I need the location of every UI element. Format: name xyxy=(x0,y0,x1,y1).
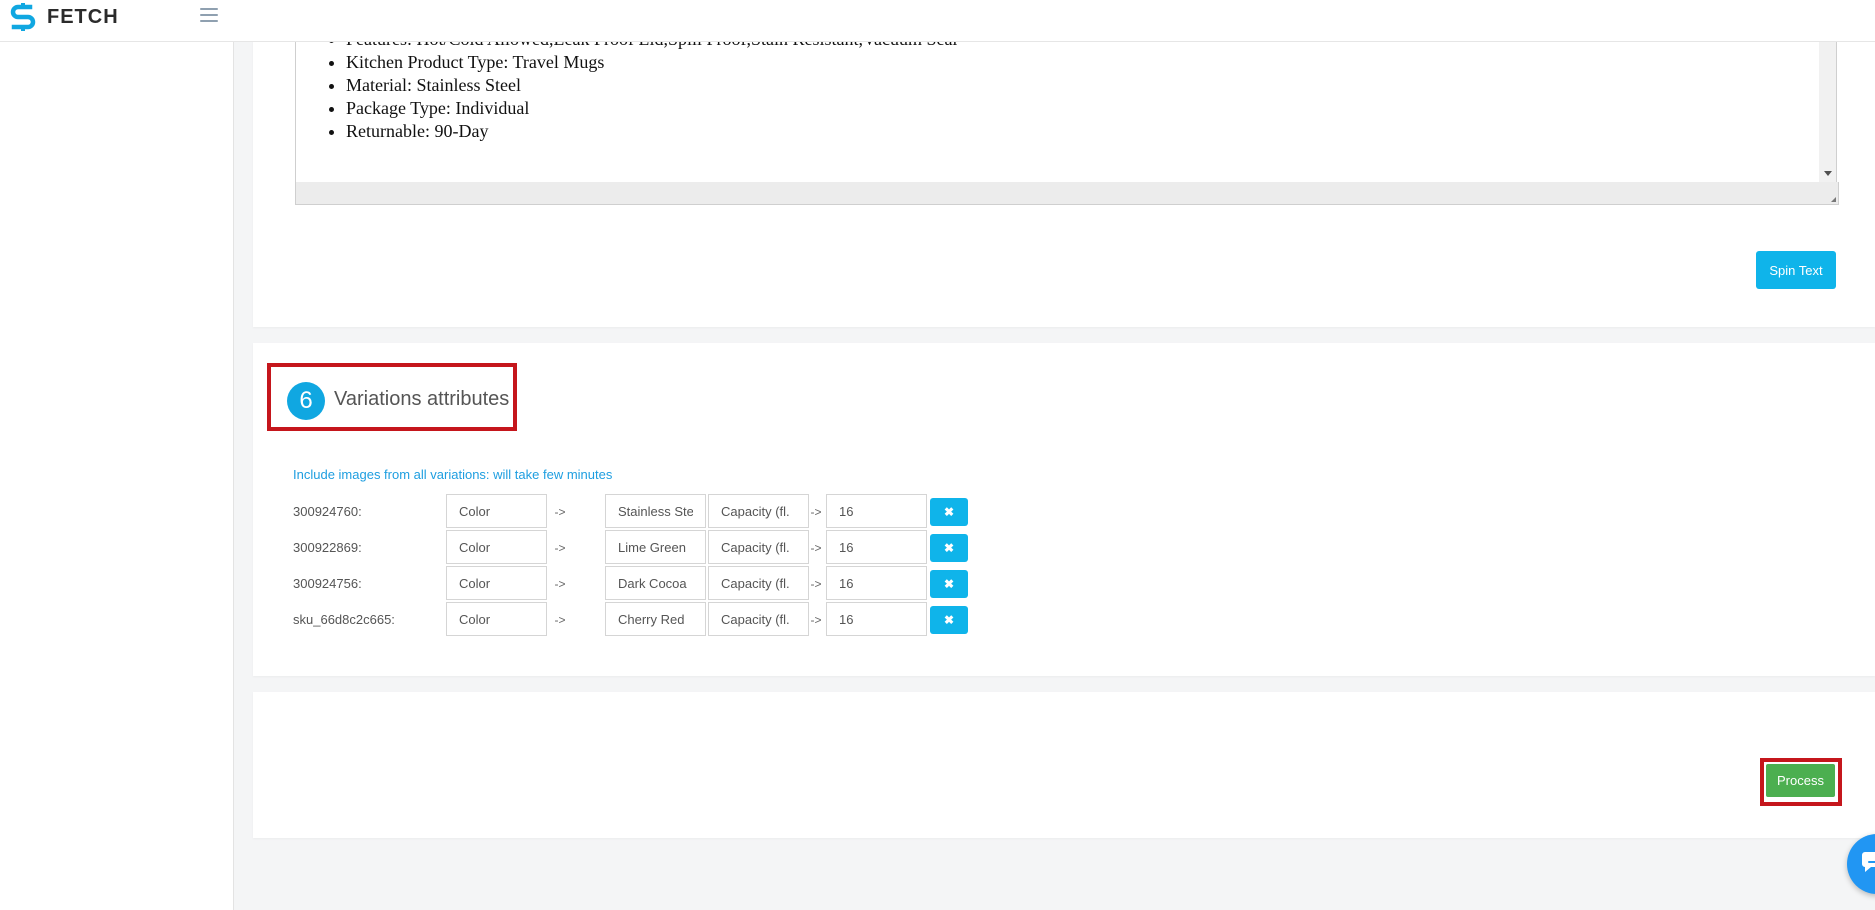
variation-sku: 300922869: xyxy=(293,540,362,555)
process-button[interactable]: Process xyxy=(1766,764,1835,797)
attribute-name-input[interactable] xyxy=(708,530,809,564)
attribute-name-input[interactable] xyxy=(446,602,547,636)
attribute-value-input[interactable] xyxy=(826,602,927,636)
variation-row: 300924760: -> -> ✖ xyxy=(293,494,993,530)
variation-row: sku_66d8c2c665: -> -> ✖ xyxy=(293,602,993,638)
close-icon: ✖ xyxy=(943,577,955,591)
section-title: Variations attributes xyxy=(334,388,510,410)
variation-sku: 300924760: xyxy=(293,504,362,519)
arrow-separator: -> xyxy=(810,505,822,519)
attribute-value-input[interactable] xyxy=(605,566,706,600)
top-navbar: FETCH xyxy=(0,0,1875,42)
arrow-separator: -> xyxy=(554,613,566,627)
attribute-name-input[interactable] xyxy=(446,494,547,528)
attribute-value-input[interactable] xyxy=(605,494,706,528)
section-header: 6 Variations attributes xyxy=(267,363,517,431)
delete-variation-button[interactable]: ✖ xyxy=(930,570,968,598)
close-icon: ✖ xyxy=(943,541,955,555)
delete-variation-button[interactable]: ✖ xyxy=(930,534,968,562)
include-images-link[interactable]: Include images from all variations: will… xyxy=(293,467,612,482)
attribute-value-input[interactable] xyxy=(605,602,706,636)
brand-name: FETCH xyxy=(47,5,119,28)
arrow-separator: -> xyxy=(554,505,566,519)
resize-handle-icon[interactable] xyxy=(1831,197,1836,202)
close-icon: ✖ xyxy=(943,505,955,519)
description-footer xyxy=(295,182,1839,205)
brand-logo[interactable]: FETCH xyxy=(8,2,119,32)
description-list: Features: Hot/Cold Allowed,Leak Proof Li… xyxy=(296,41,957,143)
arrow-separator: -> xyxy=(810,577,822,591)
description-editor[interactable]: Features: Hot/Cold Allowed,Leak Proof Li… xyxy=(295,41,1837,183)
arrow-separator: -> xyxy=(810,541,822,555)
variations-panel: 6 Variations attributes Include images f… xyxy=(253,343,1875,676)
variation-sku: 300924756: xyxy=(293,576,362,591)
arrow-separator: -> xyxy=(554,577,566,591)
description-scrollbar[interactable] xyxy=(1819,41,1836,182)
variation-row: 300924756: -> -> ✖ xyxy=(293,566,993,602)
attribute-name-input[interactable] xyxy=(708,566,809,600)
attribute-value-input[interactable] xyxy=(826,494,927,528)
menu-toggle-icon[interactable] xyxy=(200,8,218,24)
attribute-name-input[interactable] xyxy=(708,602,809,636)
process-panel: Process xyxy=(253,692,1875,838)
attribute-name-input[interactable] xyxy=(708,494,809,528)
description-item: Material: Stainless Steel xyxy=(346,74,957,97)
description-panel: Features: Hot/Cold Allowed,Leak Proof Li… xyxy=(253,41,1875,327)
delete-variation-button[interactable]: ✖ xyxy=(930,606,968,634)
variation-sku: sku_66d8c2c665: xyxy=(293,612,395,627)
variation-row: 300922869: -> -> ✖ xyxy=(293,530,993,566)
attribute-name-input[interactable] xyxy=(446,566,547,600)
description-item: Returnable: 90-Day xyxy=(346,120,957,143)
attribute-value-input[interactable] xyxy=(605,530,706,564)
process-button-highlight: Process xyxy=(1760,758,1842,806)
arrow-separator: -> xyxy=(554,541,566,555)
attribute-name-input[interactable] xyxy=(446,530,547,564)
scroll-down-icon[interactable] xyxy=(1824,171,1832,176)
close-icon: ✖ xyxy=(943,613,955,627)
step-number-badge: 6 xyxy=(287,382,325,420)
fetch-logo-icon xyxy=(10,3,36,31)
chat-widget-button[interactable] xyxy=(1847,834,1875,894)
spin-text-button[interactable]: Spin Text xyxy=(1756,251,1836,289)
chat-bubble-icon xyxy=(1862,852,1875,872)
delete-variation-button[interactable]: ✖ xyxy=(930,498,968,526)
description-item: Package Type: Individual xyxy=(346,97,957,120)
arrow-separator: -> xyxy=(810,613,822,627)
description-item: Features: Hot/Cold Allowed,Leak Proof Li… xyxy=(346,41,957,51)
description-item: Kitchen Product Type: Travel Mugs xyxy=(346,51,957,74)
sidebar xyxy=(0,41,234,910)
attribute-value-input[interactable] xyxy=(826,530,927,564)
attribute-value-input[interactable] xyxy=(826,566,927,600)
